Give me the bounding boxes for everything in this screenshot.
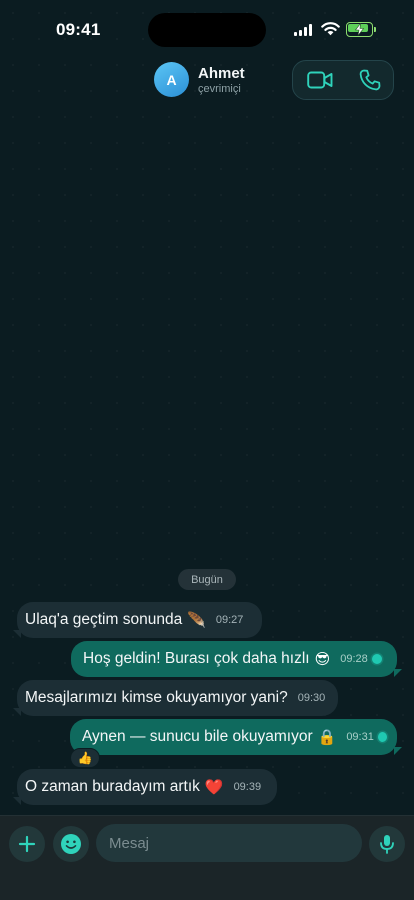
smiley-icon (61, 834, 81, 854)
voice-call-button[interactable] (345, 61, 395, 99)
bubble-tail (13, 630, 21, 638)
message-time: 09:39 (233, 781, 262, 793)
bubble-tail (13, 797, 21, 805)
bubble-tail (394, 747, 402, 755)
dynamic-island (148, 13, 266, 47)
attach-button[interactable] (9, 826, 45, 862)
message-text: O zaman buradayım artık (25, 778, 200, 795)
bubble-tail (394, 669, 402, 677)
emoji-button[interactable] (53, 826, 89, 862)
message-bubble-incoming[interactable]: O zaman buradayım artık ❤️ 09:39 (17, 769, 277, 805)
message-input[interactable] (96, 824, 362, 862)
plus-icon (18, 835, 36, 853)
message-text: Aynen — sunucu bile okuyamıyor (82, 728, 313, 745)
contact-status: çevrimiçi (198, 83, 241, 95)
wifi-icon (321, 22, 340, 36)
video-camera-icon (307, 71, 333, 89)
chat-header: A Ahmet çevrimiçi (0, 56, 414, 104)
signal-icon (294, 23, 314, 36)
avatar[interactable]: A (154, 62, 189, 97)
status-time: 09:41 (56, 20, 101, 39)
call-actions (292, 60, 394, 100)
message-text: Mesajlarımızı kimse okuyamıyor yani? (25, 689, 288, 706)
read-receipt-icon (377, 732, 387, 742)
message-time: 09:31 (346, 731, 374, 743)
message-time: 09:27 (215, 614, 244, 626)
message-composer (0, 815, 414, 900)
chat-screen: 09:41 A Ahmet çevrimiçi Bugün Ulaq'a geç… (0, 0, 414, 900)
battery-icon (346, 22, 376, 37)
heart-emoji: ❤️ (204, 778, 224, 796)
contact-name[interactable]: Ahmet (198, 65, 245, 82)
video-call-button[interactable] (295, 61, 345, 99)
status-bar: 09:41 (0, 0, 414, 56)
message-bubble-outgoing[interactable]: Aynen — sunucu bile okuyamıyor 🔒 09:31 (70, 719, 397, 755)
message-text: Ulaq'a geçtim sonunda (25, 611, 183, 628)
message-time: 09:28 (340, 653, 368, 665)
bubble-tail (13, 708, 21, 716)
sunglasses-emoji: 😎 (314, 650, 331, 668)
message-bubble-incoming[interactable]: Mesajlarımızı kimse okuyamıyor yani? 09:… (17, 680, 338, 716)
reaction-badge[interactable]: 👍 (70, 748, 100, 768)
microphone-icon (380, 835, 394, 854)
voice-message-button[interactable] (369, 826, 405, 862)
read-receipt-icon (371, 654, 382, 664)
phone-icon (359, 69, 381, 91)
lock-emoji: 🔒 (317, 728, 337, 746)
message-time: 09:30 (297, 692, 326, 704)
message-bubble-incoming[interactable]: Ulaq'a geçtim sonunda 🪶 09:27 (17, 602, 262, 638)
message-bubble-outgoing[interactable]: Hoş geldin! Burası çok daha hızlı 😎 09:2… (71, 641, 397, 677)
feather-emoji: 🪶 (187, 611, 206, 629)
message-text: Hoş geldin! Burası çok daha hızlı (83, 650, 310, 667)
date-divider: Bugün (178, 569, 236, 590)
